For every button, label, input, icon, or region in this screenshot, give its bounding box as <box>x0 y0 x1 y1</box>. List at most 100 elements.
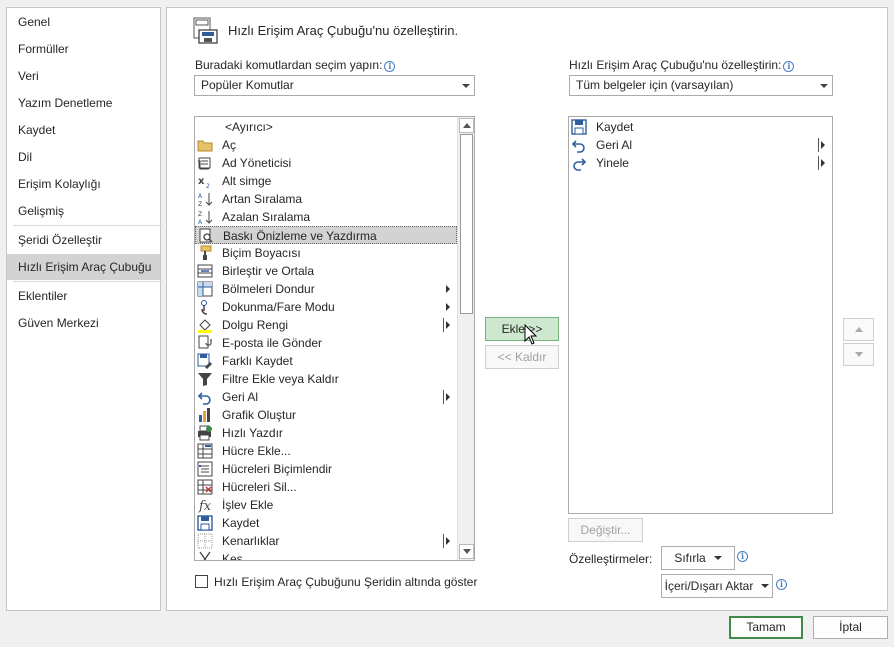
command-list-item-row[interactable]: Bölmeleri Dondur <box>195 280 457 298</box>
toolbar-list-item-row[interactable]: Geri Al <box>569 136 831 154</box>
svg-text:Z: Z <box>198 201 202 207</box>
save-icon <box>571 119 587 135</box>
sidebar-item-formulas[interactable]: Formüller <box>7 36 160 62</box>
choose-commands-dropdown[interactable]: Popüler Komutlar <box>194 75 475 96</box>
command-list-item-row[interactable]: Ad Yöneticisi <box>195 154 457 172</box>
move-down-button[interactable] <box>843 343 874 366</box>
command-list-item-row[interactable]: Hücreleri Biçimlendir <box>195 460 457 478</box>
toolbar-list-item-label: Geri Al <box>596 138 633 152</box>
command-list-item-row[interactable]: Farklı Kaydet <box>195 352 457 370</box>
touch-mode-icon <box>201 300 208 315</box>
chevron-down-icon <box>713 556 722 560</box>
command-list-item-row[interactable]: Z A Azalan Sıralama <box>195 208 457 226</box>
command-list-item-row[interactable]: Hücre Ekle... <box>195 442 457 460</box>
import-export-dropdown-button[interactable]: İçeri/Dışarı Aktar <box>661 574 773 598</box>
arrow-up-icon <box>463 123 471 128</box>
arrow-up-icon <box>855 327 863 332</box>
move-up-button[interactable] <box>843 318 874 341</box>
remove-button[interactable]: << Kaldır <box>485 345 559 369</box>
command-list-item-row[interactable]: Geri Al <box>195 388 457 406</box>
command-list-item-row[interactable]: Kes <box>195 550 457 561</box>
command-list-item-label: Grafik Oluştur <box>222 408 297 422</box>
main-panel: Hızlı Erişim Araç Çubuğu'nu özelleştirin… <box>166 7 888 611</box>
name-manager-icon <box>198 157 211 170</box>
command-list-item-row[interactable]: Hücreleri Sil... <box>195 478 457 496</box>
choose-commands-value: Popüler Komutlar <box>201 78 294 92</box>
import-export-label: İçeri/Dışarı Aktar <box>664 579 754 593</box>
command-list-item-label: Kes <box>222 552 243 561</box>
command-list-item-row[interactable]: E-posta ile Gönder <box>195 334 457 352</box>
quick-print-icon <box>198 425 212 441</box>
toolbar-commands-list[interactable]: Kaydet Geri Al Yinele <box>568 116 833 514</box>
command-list-item-row[interactable]: Grafik Oluştur <box>195 406 457 424</box>
fill-color-icon <box>198 319 212 333</box>
folder-icon <box>197 140 213 152</box>
sidebar-item-save[interactable]: Kaydet <box>7 117 160 143</box>
sidebar-item-proofing[interactable]: Yazım Denetleme <box>7 90 160 116</box>
command-list-item-row[interactable]: Birleştir ve Ortala <box>195 262 457 280</box>
ok-button[interactable]: Tamam <box>729 616 803 639</box>
command-list-item-row[interactable]: Kaydet <box>195 514 457 532</box>
sidebar-divider <box>13 225 163 226</box>
toolbar-list-item-row[interactable]: Kaydet <box>569 118 831 136</box>
command-list-item-row[interactable]: Biçim Boyacısı <box>195 244 457 262</box>
save-icon <box>197 515 213 531</box>
chevron-down-icon <box>462 84 470 88</box>
page-title: Hızlı Erişim Araç Çubuğu'nu özelleştirin… <box>228 23 459 38</box>
chevron-right-icon <box>446 321 450 329</box>
command-list-item-row[interactable]: Baskı Önizleme ve Yazdırma <box>195 226 457 244</box>
scroll-down-button[interactable] <box>459 544 474 559</box>
svg-text:2: 2 <box>206 183 210 189</box>
command-list-item-row[interactable]: A Z Artan Sıralama <box>195 190 457 208</box>
merge-center-icon <box>197 264 213 278</box>
show-below-ribbon-checkbox[interactable] <box>195 575 208 588</box>
info-icon: i <box>737 551 748 562</box>
vertical-scrollbar[interactable] <box>457 117 474 560</box>
cut-icon <box>199 551 211 560</box>
scroll-up-button[interactable] <box>459 118 474 133</box>
delete-cells-icon <box>197 479 213 495</box>
sidebar-item-trust-center[interactable]: Güven Merkezi <box>7 310 160 336</box>
info-icon: i <box>783 61 795 72</box>
command-list-item-row[interactable]: Hızlı Yazdır <box>195 424 457 442</box>
add-button[interactable]: Ekle >> <box>485 317 559 341</box>
cancel-button[interactable]: İptal <box>813 616 888 639</box>
command-list-item-row[interactable]: fx İşlev Ekle <box>195 496 457 514</box>
command-list-item-label: Kenarlıklar <box>222 534 280 548</box>
sidebar-item-add-ins[interactable]: Eklentiler <box>7 283 160 309</box>
command-list-item-row[interactable]: Kenarlıklar <box>195 532 457 550</box>
sidebar-item-data[interactable]: Veri <box>7 63 160 89</box>
command-list-item-row[interactable]: <Ayırıcı> <box>195 118 457 136</box>
command-list-item-row[interactable]: Dokunma/Fare Modu <box>195 298 457 316</box>
function-icon: fx <box>198 499 212 513</box>
choose-commands-text: Buradaki komutlardan seçim yapın: <box>195 58 383 72</box>
available-commands-list[interactable]: <Ayırıcı> Aç Ad Yöneticisi x 2 Alt simge A Z Art… <box>194 116 475 561</box>
borders-icon <box>197 533 213 549</box>
sidebar-item-accessibility[interactable]: Erişim Kolaylığı <box>7 171 160 197</box>
sidebar-item-advanced[interactable]: Gelişmiş <box>7 198 160 224</box>
sidebar-item-general[interactable]: Genel <box>7 9 160 35</box>
email-icon <box>198 335 212 349</box>
modify-button[interactable]: Değiştir... <box>568 518 643 542</box>
reset-dropdown-button[interactable]: Sıfırla <box>661 546 735 570</box>
undo-icon <box>197 392 211 405</box>
command-list-item-label: Birleştir ve Ortala <box>222 264 315 278</box>
command-list-item-row[interactable]: Dolgu Rengi <box>195 316 457 334</box>
sidebar-item-language[interactable]: Dil <box>7 144 160 170</box>
chevron-right-icon <box>446 285 450 293</box>
sidebar-item-quick-access-toolbar[interactable]: Hızlı Erişim Araç Çubuğu <box>7 254 160 280</box>
split-divider <box>818 156 819 170</box>
command-list-item-label: Filtre Ekle veya Kaldır <box>222 372 339 386</box>
sidebar-item-customize-ribbon[interactable]: Şeridi Özelleştir <box>7 227 160 253</box>
svg-text:A: A <box>198 219 203 225</box>
toolbar-list-item-row[interactable]: Yinele <box>569 154 831 172</box>
command-list-item-row[interactable]: Aç <box>195 136 457 154</box>
sidebar-divider <box>13 281 163 282</box>
command-list-item-label: E-posta ile Gönder <box>222 336 323 350</box>
info-icon: i <box>776 579 787 590</box>
scrollbar-thumb[interactable] <box>460 134 473 314</box>
document-scope-dropdown[interactable]: Tüm belgeler için (varsayılan) <box>569 75 833 96</box>
command-list-item-row[interactable]: Filtre Ekle veya Kaldır <box>195 370 457 388</box>
command-list-item-label: Hücreleri Biçimlendir <box>222 462 333 476</box>
command-list-item-row[interactable]: x 2 Alt simge <box>195 172 457 190</box>
